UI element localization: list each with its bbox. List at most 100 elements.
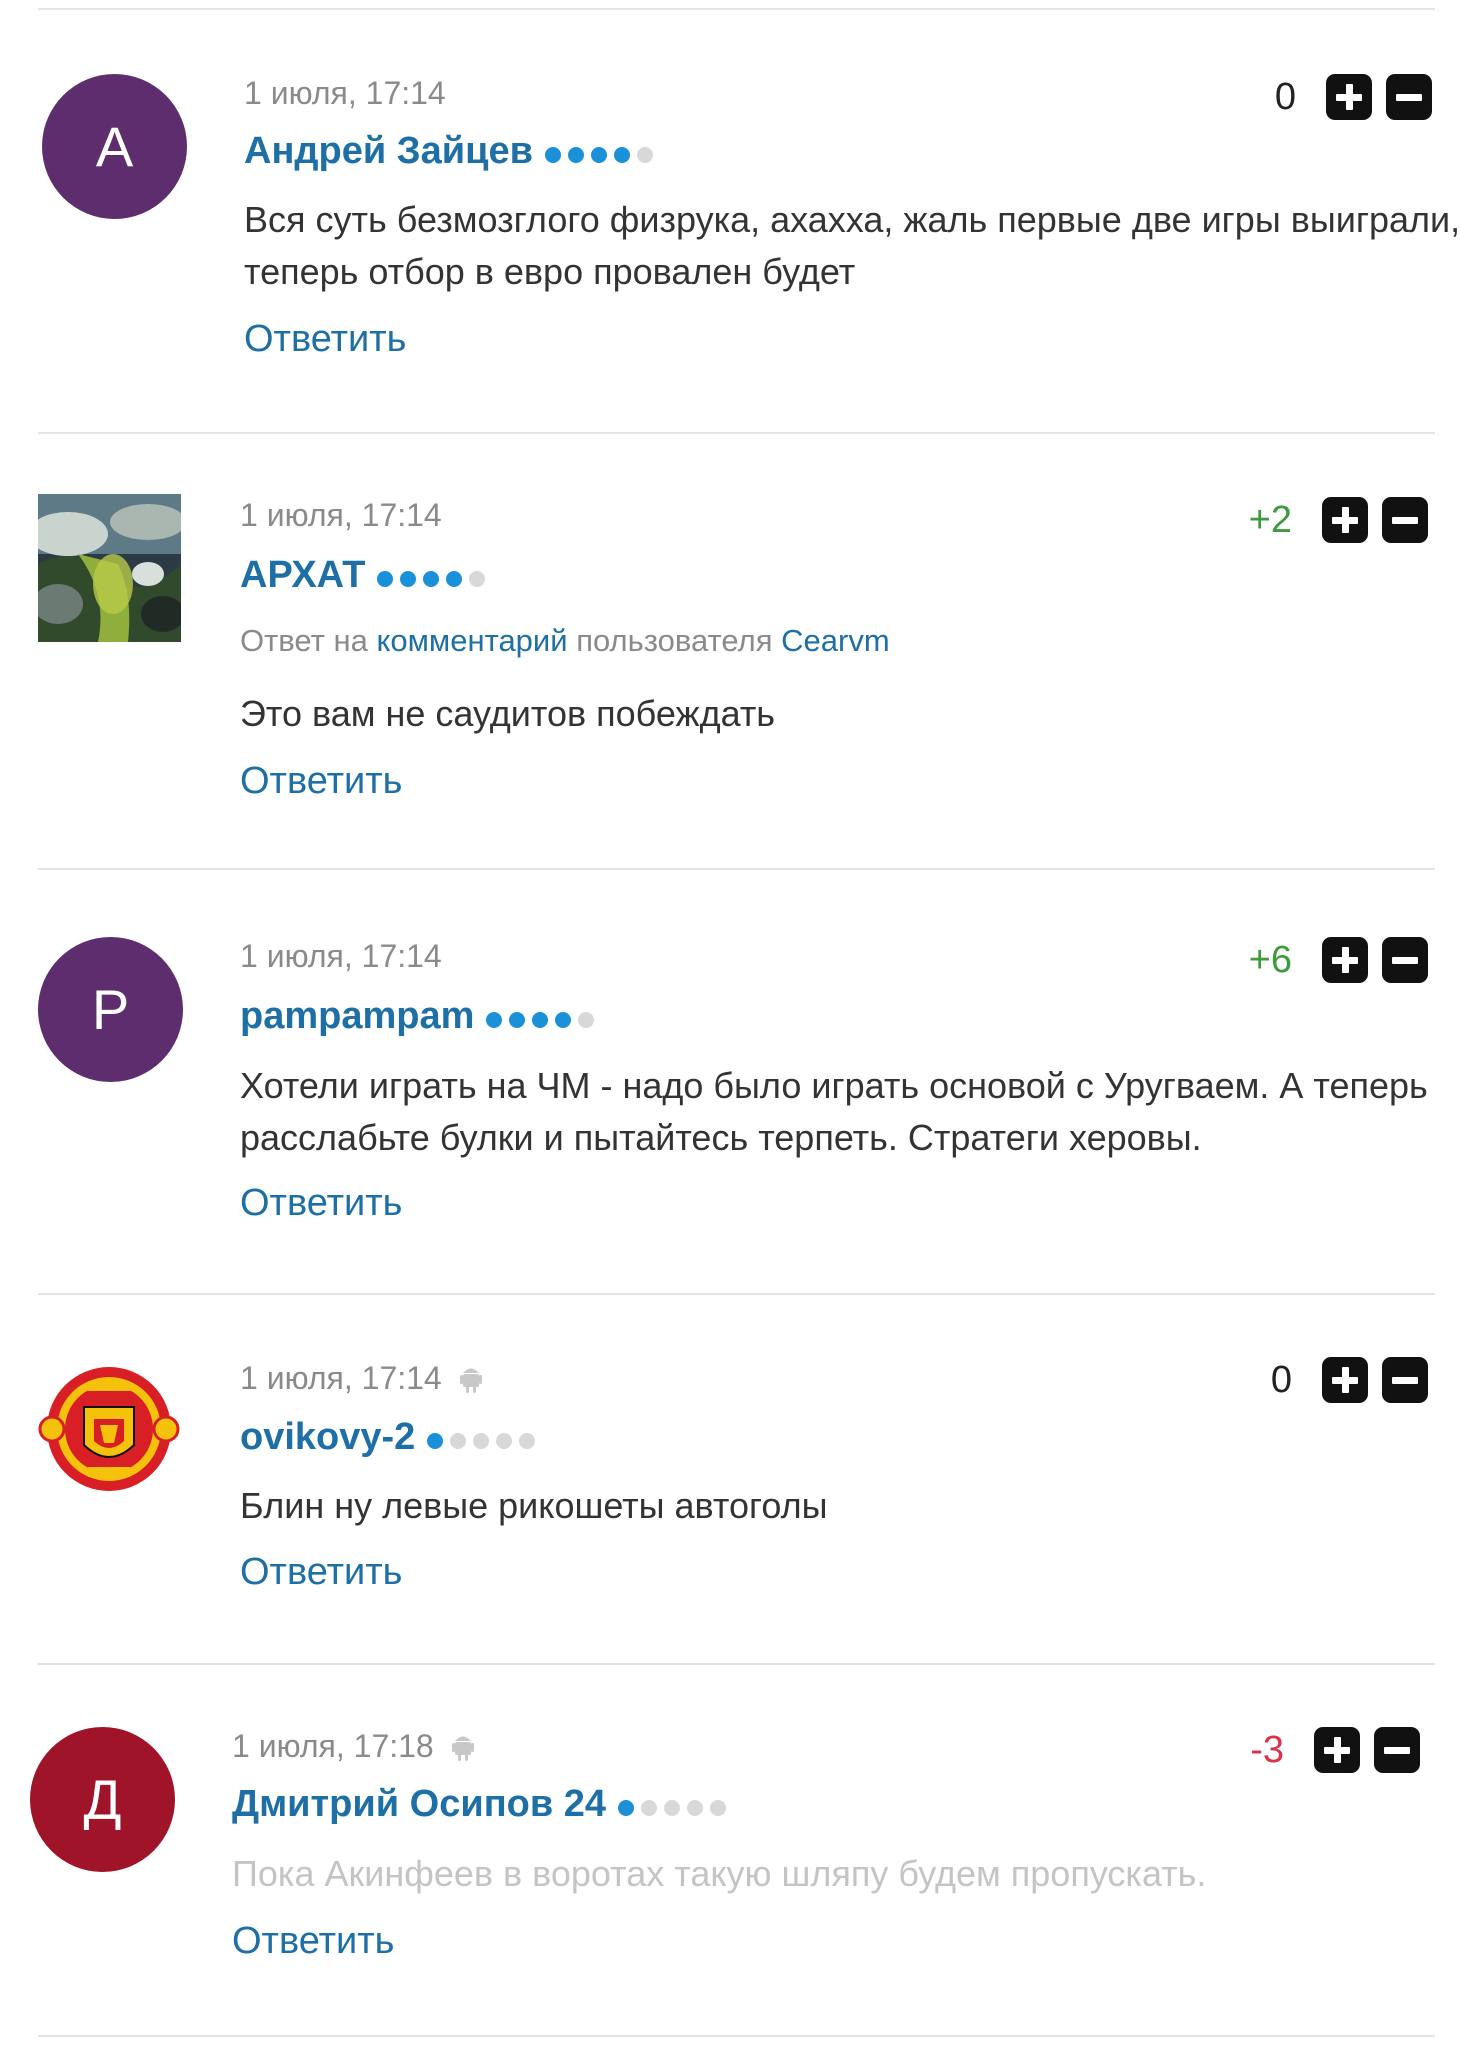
reply-link[interactable]: Ответить <box>240 760 402 803</box>
date-text: 1 июля, 17:18 <box>232 1728 434 1764</box>
comment-text: Вся суть безмозглого физрука, ахахха, жа… <box>244 199 1460 292</box>
author-row: Дмитрий Осипов 24 <box>232 1783 727 1826</box>
upvote-button[interactable] <box>1314 1727 1360 1773</box>
reply-link[interactable]: Ответить <box>240 1551 402 1594</box>
rating-dot <box>473 1432 490 1449</box>
rating-dot <box>423 570 440 587</box>
reply-to-prefix: Ответ на <box>240 623 368 658</box>
comment-text: Пока Акинфеев в воротах такую шляпу буде… <box>232 1853 1207 1894</box>
comment-text: Хотели играть на ЧМ - надо было играть о… <box>240 1065 1428 1158</box>
downvote-button[interactable] <box>1382 1357 1428 1403</box>
rating-dot <box>427 1432 444 1449</box>
vote-controls: -3 <box>1250 1727 1420 1773</box>
avatar-letter: А <box>95 115 134 178</box>
rating-dot <box>400 570 417 587</box>
rating-dots <box>544 146 653 163</box>
date-text: 1 июля, 17:14 <box>240 1360 442 1396</box>
rating-dot <box>590 146 607 163</box>
comment-date: 1 июля, 17:14 <box>240 938 442 975</box>
rating-dot <box>469 570 486 587</box>
rating-dot <box>519 1432 536 1449</box>
android-icon <box>451 1732 474 1762</box>
upvote-button[interactable] <box>1322 497 1368 543</box>
reply-link[interactable]: Ответить <box>244 318 406 361</box>
rating-dot <box>664 1799 681 1816</box>
score: -3 <box>1250 1728 1284 1771</box>
author-row: ovikovy-2 <box>240 1416 536 1459</box>
reply-link[interactable]: Ответить <box>232 1920 394 1963</box>
rating-dot <box>486 1011 503 1028</box>
divider <box>38 1663 1435 1665</box>
rating-dot <box>544 146 561 163</box>
avatar-letter: P <box>91 978 130 1041</box>
reply-to-middle: пользователя <box>576 623 773 658</box>
score: +2 <box>1248 498 1292 541</box>
rating-dot <box>636 146 653 163</box>
rating-dot <box>446 570 463 587</box>
comment-text: Это вам не саудитов побеждать <box>240 693 776 734</box>
author-name[interactable]: ovikovy-2 <box>240 1416 415 1459</box>
avatar[interactable]: А <box>42 74 187 219</box>
score: 0 <box>1274 75 1296 118</box>
rating-dots <box>486 1011 595 1028</box>
rating-dot <box>710 1799 727 1816</box>
comment-date: 1 июля, 17:14 <box>240 1360 482 1397</box>
divider <box>38 8 1435 10</box>
avatar[interactable]: P <box>38 937 183 1082</box>
landscape-photo-avatar-icon <box>38 494 181 642</box>
downvote-button[interactable] <box>1374 1727 1420 1773</box>
date-text: 1 июля, 17:14 <box>240 938 442 974</box>
author-name[interactable]: Дмитрий Осипов 24 <box>232 1783 606 1826</box>
rating-dot <box>532 1011 549 1028</box>
downvote-button[interactable] <box>1382 497 1428 543</box>
vote-controls: 0 <box>1275 74 1432 120</box>
author-row: pampampam <box>240 995 595 1038</box>
reply-to-info: Ответ на комментарий пользователя Cearvm <box>240 623 890 659</box>
upvote-button[interactable] <box>1322 937 1368 983</box>
rating-dot <box>618 1799 635 1816</box>
rating-dot <box>377 570 394 587</box>
downvote-button[interactable] <box>1386 74 1432 120</box>
avatar[interactable] <box>38 1357 180 1502</box>
author-row: АРХАТ <box>240 554 486 597</box>
divider <box>38 1293 1435 1295</box>
reply-link[interactable]: Ответить <box>240 1182 402 1225</box>
comment-date: 1 июля, 17:18 <box>232 1728 474 1765</box>
rating-dot <box>567 146 584 163</box>
score: 0 <box>1270 1358 1292 1401</box>
parent-user-link[interactable]: Cearvm <box>781 623 890 658</box>
rating-dot <box>613 146 630 163</box>
vote-controls: 0 <box>1271 1357 1428 1403</box>
author-name[interactable]: АРХАТ <box>240 554 365 597</box>
divider <box>38 2035 1435 2037</box>
divider <box>38 868 1435 870</box>
avatar[interactable] <box>38 494 181 642</box>
vote-controls: +2 <box>1249 497 1428 543</box>
author-name[interactable]: Андрей Зайцев <box>244 130 533 173</box>
rating-dots <box>618 1799 727 1816</box>
score: +6 <box>1248 938 1292 981</box>
avatar-letter: Д <box>83 1768 122 1831</box>
date-text: 1 июля, 17:14 <box>244 75 446 111</box>
parent-comment-link[interactable]: комментарий <box>376 623 567 658</box>
upvote-button[interactable] <box>1322 1357 1368 1403</box>
android-icon <box>459 1364 482 1394</box>
author-row: Андрей Зайцев <box>244 130 653 173</box>
rating-dots <box>427 1432 536 1449</box>
author-name[interactable]: pampampam <box>240 995 474 1038</box>
divider <box>38 432 1435 434</box>
date-text: 1 июля, 17:14 <box>240 497 442 533</box>
rating-dot <box>578 1011 595 1028</box>
rating-dot <box>555 1011 572 1028</box>
vote-controls: +6 <box>1249 937 1428 983</box>
rating-dot <box>450 1432 467 1449</box>
comment-date: 1 июля, 17:14 <box>240 497 442 534</box>
upvote-button[interactable] <box>1326 74 1372 120</box>
rating-dot <box>641 1799 658 1816</box>
rating-dot <box>687 1799 704 1816</box>
comment-text: Блин ну левые рикошеты автоголы <box>240 1485 828 1526</box>
downvote-button[interactable] <box>1382 937 1428 983</box>
avatar[interactable]: Д <box>30 1727 175 1872</box>
rating-dot <box>509 1011 526 1028</box>
rating-dots <box>377 570 486 587</box>
